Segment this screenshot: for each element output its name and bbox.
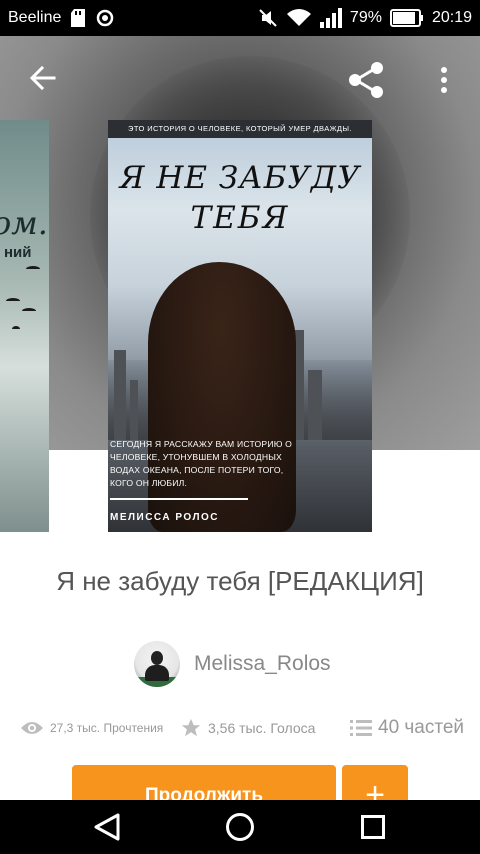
- share-button[interactable]: [344, 58, 388, 102]
- story-title: Я не забуду тебя [РЕДАКЦИЯ]: [56, 566, 424, 596]
- signal-icon: [319, 8, 342, 28]
- app-bar: [0, 36, 480, 120]
- clock: 20:19: [431, 9, 472, 26]
- nav-home-button[interactable]: [226, 813, 254, 841]
- votes-stat: 3,56 тыс. Голоса: [180, 717, 346, 739]
- carrier-label: Beeline: [8, 9, 62, 26]
- previous-story-cover[interactable]: ом. ний: [0, 120, 49, 532]
- reads-stat: 27,3 тыс. Прочтения: [20, 720, 170, 736]
- eye-icon: [21, 722, 43, 734]
- parts-stat[interactable]: 40 частей: [350, 717, 464, 739]
- votes-count: 3,56 тыс. Голоса: [208, 720, 316, 736]
- back-arrow-icon: [29, 65, 56, 91]
- share-icon: [349, 62, 383, 98]
- system-nav-bar: [0, 800, 480, 854]
- side-cover-title: ом.: [0, 204, 48, 242]
- star-icon: [181, 718, 201, 737]
- bird-icon: [26, 266, 40, 272]
- parts-count: 40 частей: [378, 717, 465, 738]
- mute-icon: [258, 8, 278, 28]
- list-icon: [350, 720, 372, 736]
- battery-percent: 79%: [349, 9, 382, 26]
- cover-title-line1: Я НЕ ЗАБУДУ: [119, 160, 361, 196]
- battery-icon: [389, 9, 424, 27]
- author-row[interactable]: Melissa_Rolos: [134, 641, 331, 687]
- more-vert-icon: [441, 67, 447, 93]
- back-button[interactable]: [22, 58, 62, 98]
- side-cover-subtitle: ний: [4, 244, 32, 261]
- cover-blurb: СЕГОДНЯ Я РАССКАЖУ ВАМ ИСТОРИЮ О ЧЕЛОВЕК…: [110, 439, 293, 488]
- status-bar: Beeline 79% 20:19: [0, 0, 480, 36]
- cover-author: МЕЛИССА РОЛОС: [110, 512, 219, 523]
- more-options-button[interactable]: [428, 58, 460, 102]
- bird-icon: [6, 298, 20, 304]
- cover-title-line2: ТЕБЯ: [190, 200, 290, 236]
- nav-back-icon: [94, 813, 120, 841]
- location-icon: [95, 8, 115, 28]
- nav-recents-button[interactable]: [361, 815, 385, 839]
- story-stats: 27,3 тыс. Прочтения 3,56 тыс. Голоса 40 …: [20, 714, 468, 742]
- wifi-icon: [286, 8, 312, 28]
- sd-card-icon: [71, 9, 86, 27]
- cover-divider: [110, 498, 248, 500]
- story-cover[interactable]: ЭТО ИСТОРИЯ О ЧЕЛОВЕКЕ, КОТОРЫЙ УМЕР ДВА…: [108, 120, 372, 532]
- bird-icon: [22, 308, 36, 314]
- reads-count: 27,3 тыс. Прочтения: [50, 721, 164, 735]
- cover-tagline: ЭТО ИСТОРИЯ О ЧЕЛОВЕКЕ, КОТОРЫЙ УМЕР ДВА…: [108, 120, 372, 138]
- author-avatar[interactable]: [134, 641, 180, 687]
- girl-silhouette: [148, 262, 296, 532]
- nav-back-button[interactable]: [92, 813, 122, 841]
- bird-icon: [12, 326, 20, 332]
- story-details-screen: Beeline 79% 20:19 м. ний ЭТО ИСТОРИЯ О Ч…: [0, 0, 480, 854]
- author-name[interactable]: Melissa_Rolos: [194, 652, 331, 676]
